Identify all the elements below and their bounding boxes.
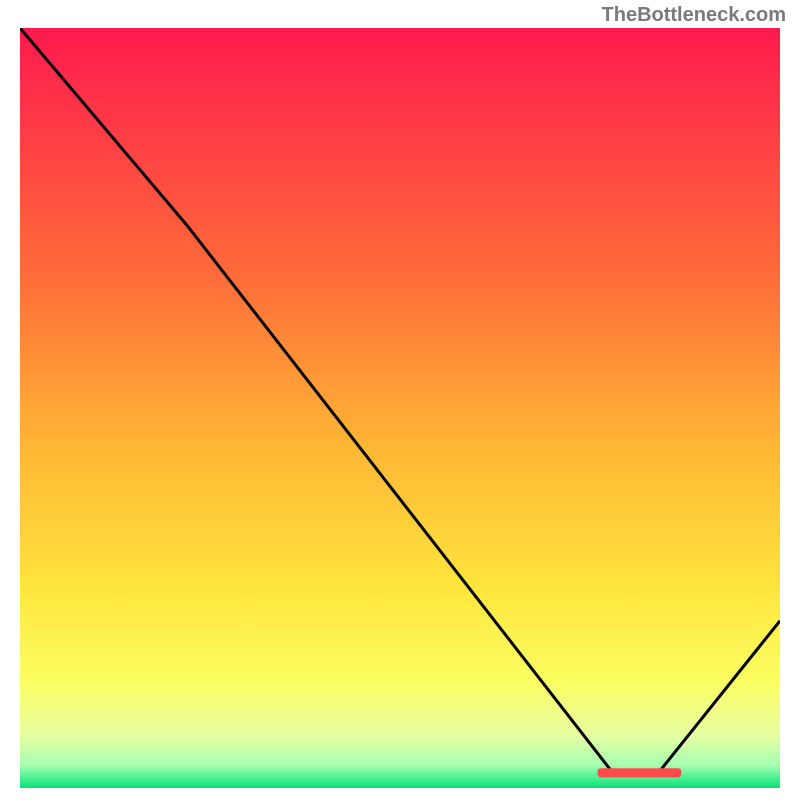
gradient-background	[20, 28, 780, 788]
red-band-layer	[598, 768, 682, 777]
chart-svg	[20, 28, 780, 788]
plot-area	[20, 28, 780, 788]
trough-marker	[598, 768, 682, 777]
chart-wrapper: TheBottleneck.com	[0, 0, 800, 800]
watermark-text: TheBottleneck.com	[602, 4, 786, 27]
